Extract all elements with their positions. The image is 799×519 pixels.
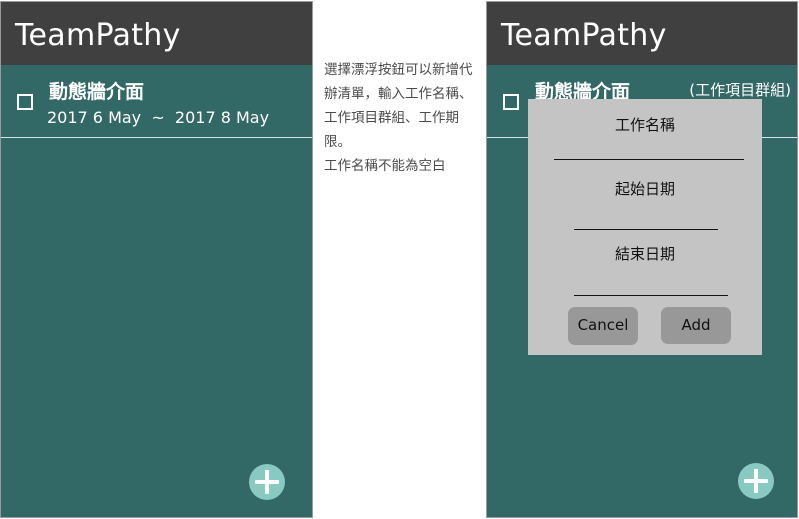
task-group: (工作項目群組) bbox=[689, 81, 791, 99]
description-line: 選擇漂浮按鈕可以新增代辦清單，輸入工作名稱、工作項目群組、工作期限。 bbox=[324, 62, 473, 150]
task-dates: 2017 6 May ~ 2017 8 May bbox=[47, 108, 270, 127]
cancel-button[interactable]: Cancel bbox=[568, 307, 638, 345]
description-text: 選擇漂浮按鈕可以新增代辦清單，輸入工作名稱、工作項目群組、工作期限。 工作名稱不… bbox=[324, 58, 484, 178]
task-title: 動態牆介面 bbox=[49, 81, 145, 103]
app-bar: TeamPathy bbox=[1, 2, 312, 65]
end-date-label: 結束日期 bbox=[614, 245, 675, 263]
task-name-label: 工作名稱 bbox=[614, 116, 675, 134]
app-title: TeamPathy bbox=[15, 18, 181, 53]
task-name-input[interactable] bbox=[554, 159, 744, 160]
checkbox-icon[interactable] bbox=[503, 94, 519, 110]
end-date-input[interactable] bbox=[574, 295, 728, 296]
add-task-fab[interactable] bbox=[249, 464, 285, 500]
plus-icon-stroke bbox=[265, 470, 269, 494]
description-line: 工作名稱不能為空白 bbox=[324, 158, 446, 174]
app-title: TeamPathy bbox=[501, 18, 667, 53]
add-task-fab[interactable] bbox=[738, 463, 774, 499]
checkbox-icon[interactable] bbox=[17, 94, 33, 110]
start-date-input[interactable] bbox=[574, 229, 718, 230]
start-date-label: 起始日期 bbox=[614, 180, 675, 198]
add-button[interactable]: Add bbox=[661, 307, 731, 344]
add-task-dialog: 工作名稱 起始日期 結束日期 Cancel Add bbox=[528, 99, 762, 355]
plus-icon-stroke bbox=[754, 469, 758, 493]
task-item[interactable]: 動態牆介面 2017 6 May ~ 2017 8 May bbox=[1, 65, 312, 138]
left-app-screen: TeamPathy 動態牆介面 2017 6 May ~ 2017 8 May bbox=[0, 1, 313, 518]
app-bar: TeamPathy bbox=[487, 2, 797, 65]
